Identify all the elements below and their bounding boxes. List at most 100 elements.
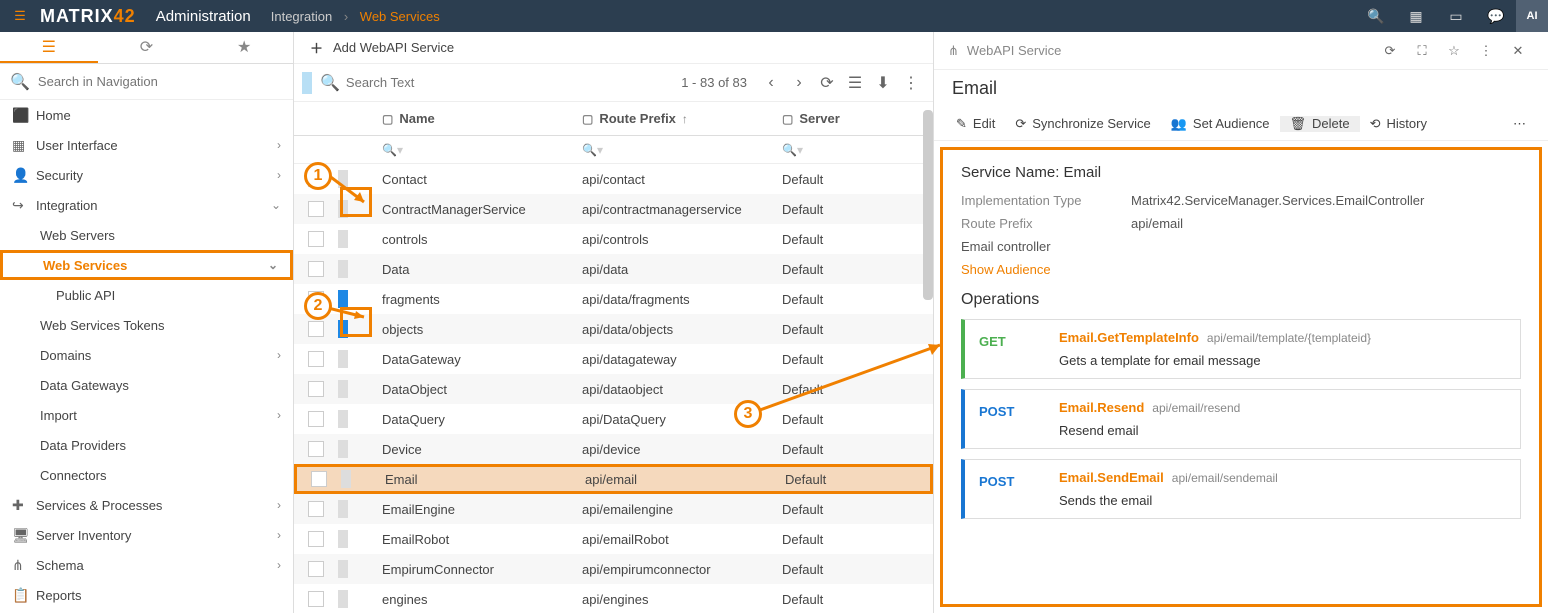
nav-ws-tokens[interactable]: Web Services Tokens [0, 310, 293, 340]
download-icon[interactable]: ⬇ [869, 73, 897, 93]
row-checkbox[interactable] [308, 261, 324, 277]
trash-icon: 🗑 [1290, 116, 1307, 132]
filter-icon[interactable]: ☰ [841, 73, 869, 93]
detail-title: Email [934, 70, 1548, 107]
row-checkbox[interactable] [308, 531, 324, 547]
nav-connectors[interactable]: Connectors [0, 460, 293, 490]
add-webapi-button[interactable]: ＋Add WebAPI Service [294, 32, 933, 64]
grid-search-input[interactable] [346, 75, 522, 90]
drag-handle[interactable] [302, 72, 312, 94]
apps-icon[interactable]: ▦ [1396, 8, 1436, 25]
table-row[interactable]: ContractManagerService api/contractmanag… [294, 194, 933, 224]
star-icon[interactable]: ☆ [1438, 43, 1470, 59]
nav-security[interactable]: 👤Security› [0, 160, 293, 190]
table-row[interactable]: EmpirumConnector api/empirumconnector De… [294, 554, 933, 584]
nav-home[interactable]: ⬛Home [0, 100, 293, 130]
nav-reports[interactable]: 📋Reports [0, 580, 293, 610]
row-checkbox[interactable] [311, 471, 327, 487]
row-checkbox[interactable] [308, 351, 324, 367]
operation-card[interactable]: POST Email.Resendapi/email/resend Resend… [961, 389, 1521, 449]
row-marker [338, 260, 348, 278]
sidebar-tabs: ☰ ⟳ ★ [0, 32, 293, 64]
refresh-icon[interactable]: ⟳ [813, 73, 841, 93]
more-icon[interactable]: ⋮ [1470, 43, 1502, 59]
cell-server: Default [782, 352, 902, 367]
cell-name: EmailRobot [382, 532, 582, 547]
table-row[interactable]: DataGateway api/datagateway Default [294, 344, 933, 374]
show-audience-link[interactable]: Show Audience [961, 262, 1521, 277]
delete-button[interactable]: 🗑Delete [1280, 116, 1360, 132]
row-checkbox[interactable] [308, 321, 324, 337]
nav-ui[interactable]: ▦User Interface› [0, 130, 293, 160]
grid-panel: ＋Add WebAPI Service 🔍 1 - 83 of 83 ‹ › ⟳… [294, 32, 934, 613]
table-row[interactable]: EmailEngine api/emailengine Default [294, 494, 933, 524]
nav-services[interactable]: ✚Services & Processes› [0, 490, 293, 520]
tab-history-icon[interactable]: ⟳ [98, 32, 196, 63]
nav-data-gateways[interactable]: Data Gateways [0, 370, 293, 400]
audience-button[interactable]: 👥Set Audience [1161, 116, 1280, 132]
operation-card[interactable]: GET Email.GetTemplateInfoapi/email/templ… [961, 319, 1521, 379]
expand-icon[interactable]: ⛶ [1406, 43, 1438, 59]
table-row[interactable]: Device api/device Default [294, 434, 933, 464]
nav-data-providers[interactable]: Data Providers [0, 430, 293, 460]
nav-import[interactable]: Import› [0, 400, 293, 430]
nav-web-services[interactable]: Web Services⌄ [0, 250, 293, 280]
sync-button[interactable]: ⟳Synchronize Service [1005, 116, 1160, 132]
refresh-icon[interactable]: ⟳ [1374, 43, 1406, 59]
op-description: Sends the email [1059, 493, 1506, 508]
prev-page-icon[interactable]: ‹ [757, 74, 785, 92]
table-row[interactable]: Contact api/contact Default [294, 164, 933, 194]
row-checkbox[interactable] [308, 411, 324, 427]
nav-integration[interactable]: ↪Integration⌄ [0, 190, 293, 220]
hamburger-icon[interactable]: ☰ [0, 8, 40, 24]
row-checkbox[interactable] [308, 201, 324, 217]
table-row[interactable]: EmailRobot api/emailRobot Default [294, 524, 933, 554]
row-checkbox[interactable] [308, 231, 324, 247]
row-checkbox[interactable] [308, 441, 324, 457]
more-icon[interactable]: ⋮ [897, 73, 925, 93]
op-method: POST [979, 400, 1059, 438]
table-row[interactable]: DataQuery api/DataQuery Default [294, 404, 933, 434]
row-checkbox[interactable] [308, 591, 324, 607]
table-row[interactable]: Data api/data Default [294, 254, 933, 284]
operation-card[interactable]: POST Email.SendEmailapi/email/sendemail … [961, 459, 1521, 519]
tab-list-icon[interactable]: ☰ [0, 32, 98, 63]
row-marker [338, 560, 348, 578]
crumb-integration[interactable]: Integration [271, 9, 332, 24]
nav-inventory[interactable]: 🖥Server Inventory› [0, 520, 293, 550]
nav-domains[interactable]: Domains› [0, 340, 293, 370]
next-page-icon[interactable]: › [785, 74, 813, 92]
cell-server: Default [782, 262, 902, 277]
op-description: Gets a template for email message [1059, 353, 1506, 368]
table-row[interactable]: engines api/engines Default [294, 584, 933, 613]
nav-search[interactable]: 🔍 [0, 64, 293, 100]
top-header: ☰ MATRIX42 Administration Integration › … [0, 0, 1548, 32]
nav-search-input[interactable] [38, 74, 283, 89]
tab-star-icon[interactable]: ★ [195, 32, 293, 63]
col-prefix[interactable]: ▢Route Prefix↑ [582, 111, 782, 126]
row-checkbox[interactable] [308, 561, 324, 577]
table-row[interactable]: fragments api/data/fragments Default [294, 284, 933, 314]
table-row[interactable]: controls api/controls Default [294, 224, 933, 254]
close-icon[interactable]: ✕ [1502, 43, 1534, 59]
col-name[interactable]: ▢Name [382, 111, 582, 126]
nav-public-api[interactable]: Public API [0, 280, 293, 310]
table-row[interactable]: Email api/email Default [294, 464, 933, 494]
history-button[interactable]: ⟲History [1360, 116, 1437, 132]
nav-web-servers[interactable]: Web Servers [0, 220, 293, 250]
nav-schema[interactable]: ⋔Schema› [0, 550, 293, 580]
table-row[interactable]: objects api/data/objects Default [294, 314, 933, 344]
chat-icon[interactable]: 💬 [1476, 8, 1516, 25]
edit-button[interactable]: ✎Edit [946, 116, 1005, 132]
col-server[interactable]: ▢Server [782, 111, 902, 126]
row-checkbox[interactable] [308, 501, 324, 517]
table-row[interactable]: DataObject api/dataobject Default [294, 374, 933, 404]
ai-badge[interactable]: AI [1516, 0, 1548, 32]
scrollbar-thumb[interactable] [923, 110, 933, 300]
cell-server: Default [782, 532, 902, 547]
present-icon[interactable]: ▭ [1436, 8, 1476, 25]
search-icon[interactable]: 🔍 [1356, 8, 1396, 25]
crumb-webservices[interactable]: Web Services [360, 9, 440, 24]
row-checkbox[interactable] [308, 381, 324, 397]
more-actions-icon[interactable]: ⋯ [1503, 116, 1536, 132]
